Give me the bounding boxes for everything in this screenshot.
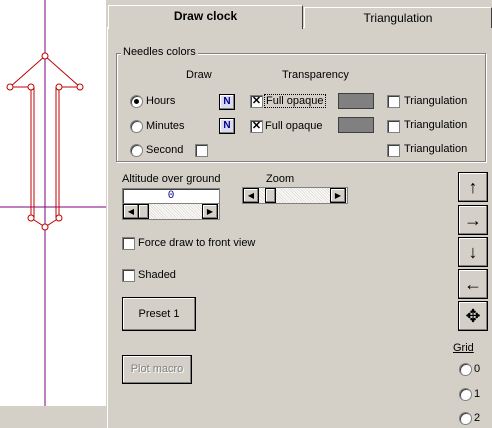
tab-draw-clock[interactable]: Draw clock bbox=[108, 5, 303, 29]
minutes-triangulation-checkbox[interactable] bbox=[387, 120, 400, 133]
hours-label: Hours bbox=[146, 95, 176, 107]
grid-radio-0[interactable] bbox=[459, 363, 472, 376]
minutes-radio[interactable] bbox=[130, 120, 143, 133]
shaded-label: Shaded bbox=[138, 269, 176, 281]
plot-macro-button[interactable]: Plot macro bbox=[122, 355, 192, 384]
draw-column-header: Draw bbox=[186, 69, 212, 81]
shaded-checkbox[interactable] bbox=[122, 269, 135, 282]
grid-label-0: 0 bbox=[474, 363, 481, 375]
minutes-full-opaque-label: Full opaque bbox=[265, 120, 323, 132]
second-triangulation-label: Triangulation bbox=[404, 143, 468, 155]
preview-footer bbox=[0, 406, 106, 427]
arrow-left-icon: ← bbox=[464, 274, 482, 294]
force-front-label: Force draw to front view bbox=[138, 237, 256, 249]
hours-triangulation-label: Triangulation bbox=[404, 95, 468, 107]
grid-radio-1[interactable] bbox=[459, 388, 472, 401]
tab-triangulation[interactable]: Triangulation bbox=[304, 7, 492, 28]
grid-label-2: 2 bbox=[474, 412, 481, 424]
altitude-label: Altitude over ground bbox=[122, 173, 221, 185]
needle-drawing bbox=[0, 0, 106, 406]
altitude-thumb[interactable] bbox=[138, 204, 149, 219]
arrow-up-icon: ↑ bbox=[468, 177, 478, 197]
grid-radio-2[interactable] bbox=[459, 412, 472, 425]
move-up-button[interactable]: ↑ bbox=[458, 172, 488, 202]
grid-title: Grid bbox=[453, 342, 474, 354]
minutes-label: Minutes bbox=[146, 120, 185, 132]
altitude-left-arrow[interactable]: ◀ bbox=[123, 204, 139, 219]
minutes-draw-n-button[interactable]: N bbox=[219, 118, 235, 134]
crosshair-move-icon: ✥ bbox=[465, 306, 481, 326]
center-button[interactable]: ✥ bbox=[458, 301, 488, 331]
arrow-right-icon: → bbox=[464, 210, 482, 230]
needles-colors-title: Needles colors bbox=[121, 46, 198, 58]
minutes-triangulation-label: Triangulation bbox=[404, 119, 468, 131]
grid-label-1: 1 bbox=[474, 388, 481, 400]
minutes-full-opaque-checkbox[interactable] bbox=[250, 119, 263, 133]
altitude-input[interactable]: 0 bbox=[122, 188, 220, 204]
minutes-color-swatch[interactable] bbox=[338, 117, 374, 133]
second-label: Second bbox=[146, 144, 184, 156]
zoom-left-arrow[interactable]: ◀ bbox=[243, 188, 259, 203]
preset-button[interactable]: Preset 1 bbox=[122, 297, 196, 331]
move-right-button[interactable]: → bbox=[458, 205, 488, 235]
move-left-button[interactable]: ← bbox=[458, 269, 488, 299]
altitude-right-arrow[interactable]: ▶ bbox=[202, 204, 218, 219]
hours-full-opaque-checkbox[interactable] bbox=[250, 94, 263, 108]
transparency-column-header: Transparency bbox=[282, 69, 349, 81]
hours-radio[interactable] bbox=[130, 95, 143, 108]
hours-full-opaque-label: Full opaque bbox=[264, 94, 326, 108]
move-down-button[interactable]: ↓ bbox=[458, 237, 488, 267]
second-radio[interactable] bbox=[130, 144, 143, 157]
hours-color-swatch[interactable] bbox=[338, 93, 374, 109]
hours-triangulation-checkbox[interactable] bbox=[387, 95, 400, 108]
second-draw-checkbox[interactable] bbox=[195, 144, 208, 157]
arrow-down-icon: ↓ bbox=[468, 242, 478, 262]
force-front-checkbox[interactable] bbox=[122, 237, 135, 250]
zoom-thumb[interactable] bbox=[265, 188, 276, 203]
zoom-right-arrow[interactable]: ▶ bbox=[330, 188, 346, 203]
hours-draw-n-button[interactable]: N bbox=[219, 94, 235, 110]
zoom-label: Zoom bbox=[266, 173, 295, 185]
clock-preview-canvas bbox=[0, 0, 106, 427]
second-triangulation-checkbox[interactable] bbox=[387, 144, 400, 157]
